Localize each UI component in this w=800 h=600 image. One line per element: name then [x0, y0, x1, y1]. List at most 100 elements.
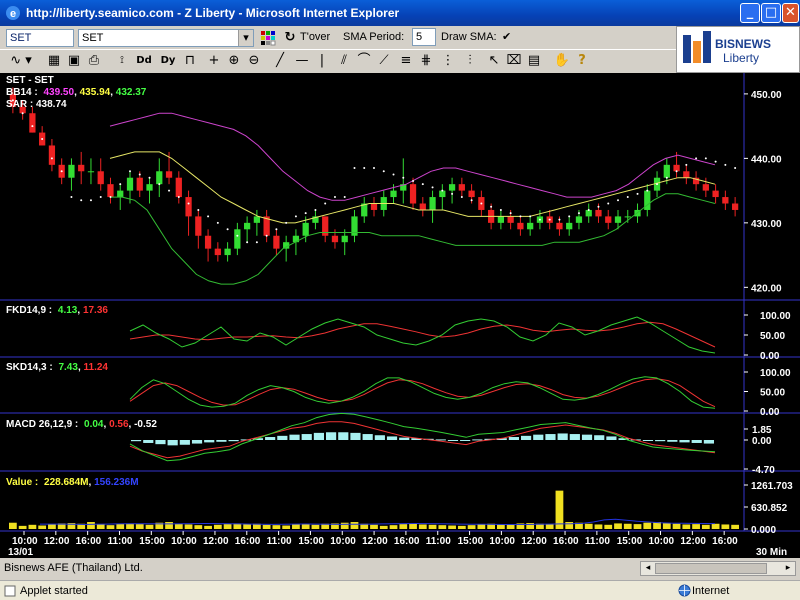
sar-dot	[187, 202, 190, 205]
volume-bar	[282, 525, 291, 529]
dy-icon[interactable]: Dy	[158, 51, 178, 71]
macd-hist-bar	[374, 435, 385, 440]
macd-hist-bar	[326, 432, 337, 440]
save-icon[interactable]: ▣	[64, 51, 84, 71]
volume-tick-label: 0.000	[751, 525, 776, 536]
sar-dot	[168, 189, 171, 192]
volume-bar	[106, 525, 115, 529]
chart-svg[interactable]: 450.00 440.00 430.00 420.00 100.00 50.00 0.00…	[0, 73, 800, 558]
sar-dot	[421, 183, 424, 186]
chart-type-dropdown-icon[interactable]: ∿ ▾	[4, 51, 38, 71]
horizontal-line-icon[interactable]: —	[292, 51, 312, 71]
sar-dot	[275, 228, 278, 231]
print-icon[interactable]: ⎙	[84, 51, 104, 71]
sar-dot	[109, 196, 112, 199]
sar-dot	[577, 212, 580, 215]
volume-bar	[477, 524, 486, 529]
sar-dot	[285, 221, 288, 224]
macd-hist-bar	[581, 434, 593, 440]
macd-hist-bar	[350, 432, 361, 440]
volume-bar	[584, 523, 593, 529]
chart-icon[interactable]: ▦	[44, 51, 64, 71]
select-arrow-icon[interactable]: ↖	[484, 51, 504, 71]
macd-panel: 1.850.00 -4.70	[129, 412, 775, 476]
price-tick-label: 450.00	[751, 90, 782, 101]
macd-hist-bar	[155, 440, 166, 445]
sma-period-input[interactable]: 5	[412, 28, 436, 46]
indicator-icon[interactable]: ⟟	[112, 51, 132, 71]
volume-bar	[457, 525, 466, 529]
maximize-button[interactable]: □	[761, 3, 781, 23]
sar-dot	[226, 228, 229, 231]
sar-dot	[216, 221, 219, 224]
volume-bar	[223, 524, 232, 529]
sar-dot	[636, 192, 639, 195]
zoom-in-icon[interactable]: ⊕	[224, 51, 244, 71]
horizontal-scrollbar[interactable]: ◂ ▸	[640, 561, 796, 576]
period-icon[interactable]: ⊓	[180, 51, 200, 71]
help-icon[interactable]: ?	[572, 51, 592, 71]
bb-lower-value: 432.37	[116, 87, 147, 98]
color-grid-icon[interactable]	[258, 28, 278, 48]
macd-tick-label: 1.85	[752, 425, 772, 436]
refresh-icon[interactable]: ↻	[280, 28, 300, 48]
symbol-select[interactable]: SET ▾	[78, 29, 254, 47]
minimize-button[interactable]: _	[740, 3, 760, 23]
zoom-out-icon[interactable]: ⊖	[244, 51, 264, 71]
macd-hist-bar	[435, 439, 446, 441]
fan-lines-icon[interactable]: ⟋	[374, 51, 394, 71]
draw-sma-checkbox[interactable]: ✔	[502, 30, 511, 43]
volume-bar	[565, 522, 574, 529]
chart-area[interactable]: 450.00 440.00 430.00 420.00 100.00 50.00 0.00…	[0, 73, 800, 558]
scroll-right-icon[interactable]: ▸	[781, 562, 795, 575]
scroll-left-icon[interactable]: ◂	[641, 562, 655, 575]
sar-dot	[304, 212, 307, 215]
candle-body	[224, 248, 231, 256]
properties-icon[interactable]: ▤	[524, 51, 544, 71]
gann-icon[interactable]: ⋮	[438, 51, 458, 71]
crosshair-icon[interactable]: +	[204, 51, 224, 71]
volume-bar	[623, 523, 632, 529]
retracement-icon[interactable]: ≡	[396, 51, 416, 71]
sar-dot	[548, 218, 551, 221]
candle-body	[663, 164, 670, 178]
tover-label[interactable]: T'over	[300, 31, 330, 43]
chevron-down-icon[interactable]: ▾	[238, 30, 253, 46]
volume-bar	[292, 524, 300, 529]
macd-hist-bar	[179, 440, 190, 445]
sar-dot	[177, 196, 180, 199]
sar-dot	[412, 179, 415, 182]
parallel-lines-icon[interactable]: ⫽	[334, 51, 354, 71]
volume-bar	[545, 524, 554, 529]
dd-icon[interactable]: Dd	[134, 51, 154, 71]
volume-bar	[692, 524, 700, 529]
sar-dot	[353, 167, 356, 170]
draw-sma-label: Draw SMA:	[441, 31, 497, 43]
drawing-toolbar: ∿ ▾ ▦ ▣ ⎙ ⟟ Dd Dy ⊓ + ⊕ ⊖ ╱ — | ⫽ ⌒ ⟋ ≡ …	[0, 49, 676, 73]
vertical-line-icon[interactable]: |	[312, 51, 332, 71]
cycle-icon[interactable]: ⫶	[460, 51, 480, 71]
macd-hist-bar	[679, 440, 690, 443]
delete-icon[interactable]: ⌧	[504, 51, 524, 71]
title-bar[interactable]: e http://liberty.seamico.com - Z Liberty…	[0, 0, 800, 26]
channel-icon[interactable]: ⋕	[416, 51, 436, 71]
interval-label: 30 Min	[756, 547, 787, 558]
fibonacci-arc-icon[interactable]: ⌒	[354, 51, 374, 71]
close-button[interactable]: ✕	[782, 3, 799, 23]
sar-dot	[99, 196, 102, 199]
volume-bar	[340, 522, 349, 529]
macd-v3: -0.52	[134, 419, 157, 430]
hand-icon[interactable]: ✋	[552, 51, 572, 71]
scroll-thumb[interactable]	[655, 563, 767, 574]
macd-hist-bar	[642, 440, 654, 441]
volume-bar	[409, 523, 417, 529]
osc-tick-label: 0.00	[760, 407, 780, 418]
macd-hist-bar	[655, 440, 666, 442]
symbol-code-input[interactable]: SET	[6, 29, 74, 47]
volume-bar	[116, 523, 125, 529]
sar-dot	[363, 167, 366, 170]
time-tick-label: 16:00	[553, 536, 579, 547]
sar-dot	[60, 170, 63, 173]
trend-line-icon[interactable]: ╱	[270, 51, 290, 71]
time-tick-label: 15:00	[139, 536, 165, 547]
